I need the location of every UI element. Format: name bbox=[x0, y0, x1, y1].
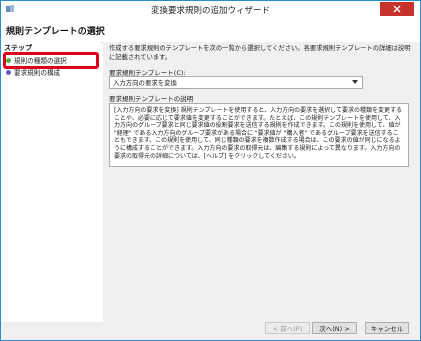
next-button[interactable]: 次へ(N) > bbox=[312, 322, 357, 334]
title-bar: 変換要求規則の追加ウィザード bbox=[1, 1, 420, 18]
highlight-box bbox=[3, 52, 99, 69]
close-button[interactable] bbox=[380, 2, 414, 16]
description-text: [入力方向の要求を変換] 規則テンプレートを使用すると、入力方向の要求を選択して… bbox=[114, 107, 402, 160]
description-label: 要求規則テンプレートの説明 bbox=[109, 95, 194, 103]
main-pane: 作成する要求規則のテンプレートを次の一覧から選択してください。各要求規則テンプレ… bbox=[103, 42, 420, 322]
pending-step-icon bbox=[6, 69, 11, 75]
template-dropdown[interactable]: 入力方向の要求を変換 bbox=[109, 76, 363, 89]
close-icon bbox=[393, 5, 401, 13]
back-button[interactable]: < 前へ(P) bbox=[265, 322, 310, 334]
cancel-button[interactable]: キャンセル bbox=[365, 322, 409, 334]
window-title: 変換要求規則の追加ウィザード bbox=[150, 6, 270, 16]
button-bar: < 前へ(P) 次へ(N) > キャンセル bbox=[1, 322, 420, 340]
steps-pane: ステップ 規則の種類の選択 要求規則の構成 bbox=[1, 42, 101, 322]
instructions-text: 作成する要求規則のテンプレートを次の一覧から選択してください。各要求規則テンプレ… bbox=[109, 45, 411, 61]
wizard-header: 規則テンプレートの選択 bbox=[1, 18, 420, 43]
page-title: 規則テンプレートの選択 bbox=[6, 27, 105, 37]
chevron-down-icon bbox=[352, 80, 358, 84]
template-dropdown-value: 入力方向の要求を変換 bbox=[113, 79, 177, 87]
wizard-window: 変換要求規則の追加ウィザード 規則テンプレートの選択 ステップ 規則の種類の選択… bbox=[0, 0, 421, 341]
description-box: [入力方向の要求を変換] 規則テンプレートを使用すると、入力方向の要求を選択して… bbox=[109, 103, 409, 167]
step-label: 要求規則の構成 bbox=[14, 69, 61, 77]
